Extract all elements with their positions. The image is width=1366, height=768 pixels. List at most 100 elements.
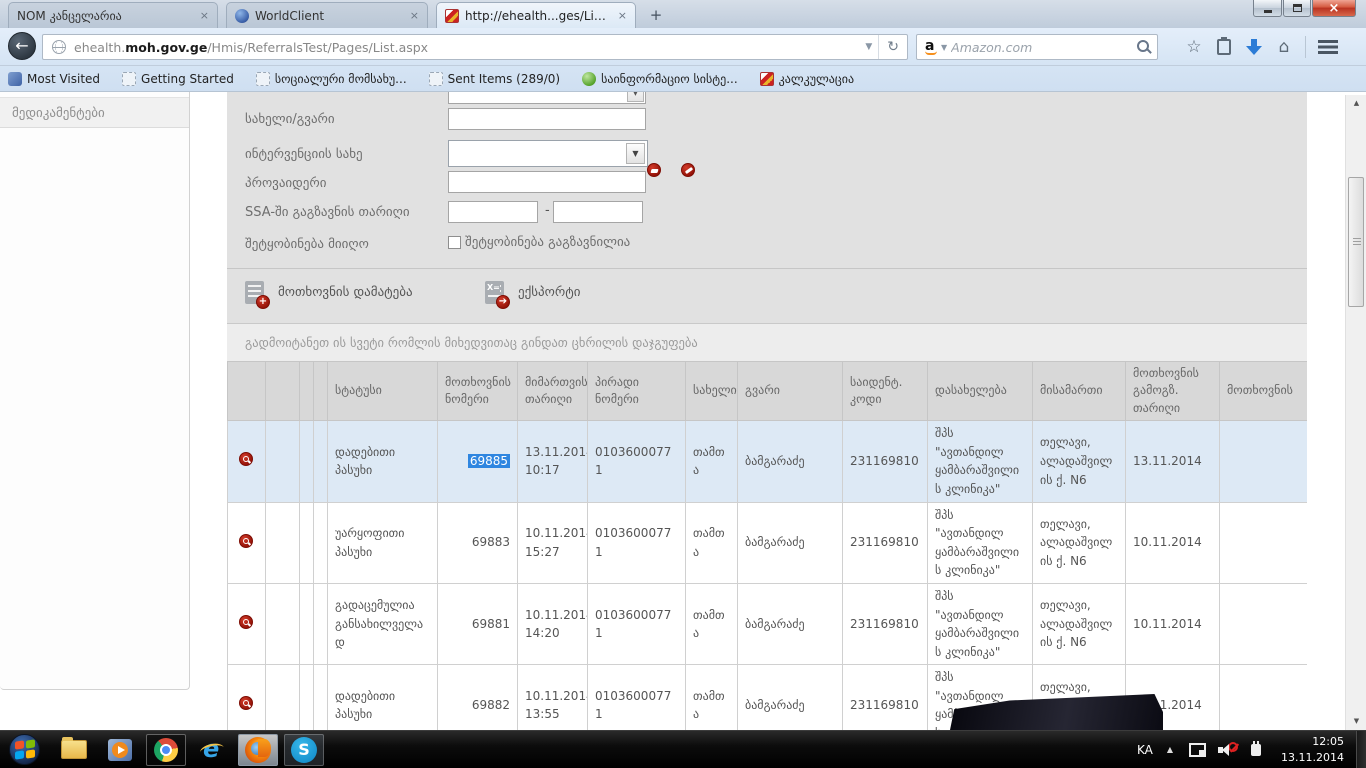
referrals-grid: სტატუსი მოთხოვნის ნომერი მიმართვის თარიღ… [227,361,1307,730]
network-icon[interactable] [1187,741,1207,759]
close-button[interactable]: × [1312,0,1356,17]
truncated-combobox[interactable]: ▼ [448,92,646,104]
reload-icon[interactable]: ↻ [878,35,907,59]
provider-lookup-button[interactable] [655,172,681,200]
sidebar: მედიკამენტები [0,92,190,690]
header-sent-date[interactable]: მოთხოვნის გამოგზ. თარიღი [1126,362,1220,421]
tab-label: NOM კანცელარია [17,9,192,23]
downloads-icon[interactable] [1246,38,1262,56]
search-engine-dropdown-icon[interactable]: ▼ [941,43,947,52]
default-bookmark-icon [429,72,443,86]
taskbar-ie-button[interactable]: e [192,734,232,766]
start-button[interactable] [9,734,40,765]
tab-close-icon[interactable]: × [200,10,209,21]
search-input[interactable] [951,40,1131,55]
url-bar[interactable]: ehealth.moh.gov.ge/Hmis/ReferralsTest/Pa… [42,34,908,60]
search-bar[interactable]: a ▼ [916,34,1158,60]
header-last-name[interactable]: გვარი [738,362,843,421]
export-excel-icon: ➔ [485,281,504,304]
tray-expand-icon[interactable]: ▲ [1167,745,1173,754]
header-referral-date[interactable]: მიმართვის თარიღი [518,362,588,421]
name-surname-input[interactable] [448,108,646,130]
action-toolbar: + მოთხოვნის დამატება ➔ ექსპორტი [227,269,1307,322]
language-indicator[interactable]: KA [1137,743,1153,757]
url-history-dropdown-icon[interactable]: ▼ [859,42,878,52]
chevron-down-icon[interactable]: ▼ [627,92,644,102]
scroll-up-icon[interactable]: ▲ [1346,95,1366,112]
power-plug-icon[interactable] [1247,741,1267,759]
export-button[interactable]: ➔ ექსპორტი [485,281,580,304]
maximize-button[interactable] [1283,0,1311,17]
media-player-icon [108,739,132,761]
bookmark-getting-started[interactable]: Getting Started [122,72,234,86]
search-magnifier-icon[interactable] [1131,35,1157,59]
explorer-icon [61,740,87,759]
tab-worldclient[interactable]: WorldClient × [226,2,428,28]
header-first-name[interactable]: სახელი [686,362,738,421]
table-row[interactable]: გადაცემულია განსახილველად 69881 10.11.20… [228,583,1308,664]
chrome-icon [154,738,178,762]
taskbar-media-player-button[interactable] [100,734,140,766]
bookmark-social-services[interactable]: სოციალური მომსახუ... [256,72,407,86]
taskbar-skype-button[interactable]: S [284,734,324,766]
table-row[interactable]: დადებითი პასუხი 69885 13.11.201410:17 01… [228,421,1308,502]
group-by-drop-zone[interactable]: გადმოიტანეთ ის სვეტი რომლის მიხედვითაც გ… [227,323,1307,361]
default-bookmark-icon [122,72,136,86]
table-row[interactable]: უარყოფითი პასუხი 69883 10.11.201415:27 0… [228,502,1308,583]
tab-close-icon[interactable]: × [410,10,419,21]
selected-request-number: 69885 [468,454,510,468]
header-request-partial[interactable]: მოთხოვნის [1220,362,1308,421]
taskbar-firefox-button[interactable] [238,734,278,766]
magnifier-badge-icon [239,615,253,629]
intervention-type-select[interactable]: ▼ [448,140,648,167]
chevron-down-icon[interactable]: ▼ [626,143,645,164]
green-orb-icon [582,72,596,86]
add-request-button[interactable]: + მოთხოვნის დამატება [245,281,413,304]
taskbar-chrome-button[interactable] [146,734,186,766]
notification-sent-checkbox[interactable] [448,236,461,249]
ssa-date-from-input[interactable] [448,201,538,223]
bookmark-most-visited[interactable]: Most Visited [8,72,100,86]
header-address[interactable]: მისამართი [1033,362,1126,421]
header-request-number[interactable]: მოთხოვნის ნომერი [438,362,518,421]
arrow-badge-icon: ➔ [496,295,510,309]
scrollbar-thumb[interactable] [1348,177,1364,307]
show-desktop-button[interactable] [1356,731,1366,768]
provider-input[interactable] [448,171,646,193]
header-ident-code[interactable]: საიდენტ. კოდი [843,362,928,421]
taskbar-explorer-button[interactable] [54,734,94,766]
ssa-date-to-input[interactable] [553,201,643,223]
most-visited-icon [8,72,22,86]
clear-badge-icon [681,163,695,177]
toolbar-separator [1305,36,1306,58]
header-org-name[interactable]: დასახელება [928,362,1033,421]
amazon-engine-icon[interactable]: a [925,39,937,55]
scroll-down-icon[interactable]: ▼ [1346,713,1366,730]
tab-close-icon[interactable]: × [618,10,627,21]
hamburger-menu-icon[interactable] [1318,40,1338,54]
open-badge-icon [647,163,661,177]
navigation-toolbar: ← ehealth.moh.gov.ge/Hmis/ReferralsTest/… [0,28,1366,66]
tab-ehealth-list[interactable]: http://ehealth...ges/List.aspx × [436,2,636,28]
site-identity-globe-icon[interactable] [52,40,66,54]
new-tab-button[interactable]: + [644,6,668,26]
minimize-button[interactable] [1253,0,1282,17]
header-personal-number[interactable]: პირადი ნომერი [588,362,686,421]
tab-nom-kancelaria[interactable]: NOM კანცელარია × [8,2,218,28]
firefox-icon [245,737,271,763]
bookmark-star-icon[interactable]: ☆ [1179,34,1209,60]
header-status[interactable]: სტატუსი [328,362,438,421]
bookmark-information-systems[interactable]: საინფორმაციო სისტე... [582,72,738,86]
home-icon[interactable]: ⌂ [1269,34,1299,60]
header-empty-col [266,362,300,421]
vertical-scrollbar[interactable]: ▲ ▼ [1345,95,1366,730]
back-button[interactable]: ← [8,32,36,60]
system-tray: KA ▲ 12:05 13.11.2014 [1137,731,1366,768]
bookmark-sent-items[interactable]: Sent Items (289/0) [429,72,560,86]
sidebar-item-medications[interactable]: მედიკამენტები [0,97,189,128]
clock[interactable]: 12:05 13.11.2014 [1281,734,1344,766]
bookmark-calculation[interactable]: კალკულაცია [760,72,854,86]
bookmarks-panel-icon[interactable] [1217,39,1231,55]
volume-muted-icon[interactable] [1217,741,1237,759]
provider-clear-button[interactable] [689,172,715,200]
